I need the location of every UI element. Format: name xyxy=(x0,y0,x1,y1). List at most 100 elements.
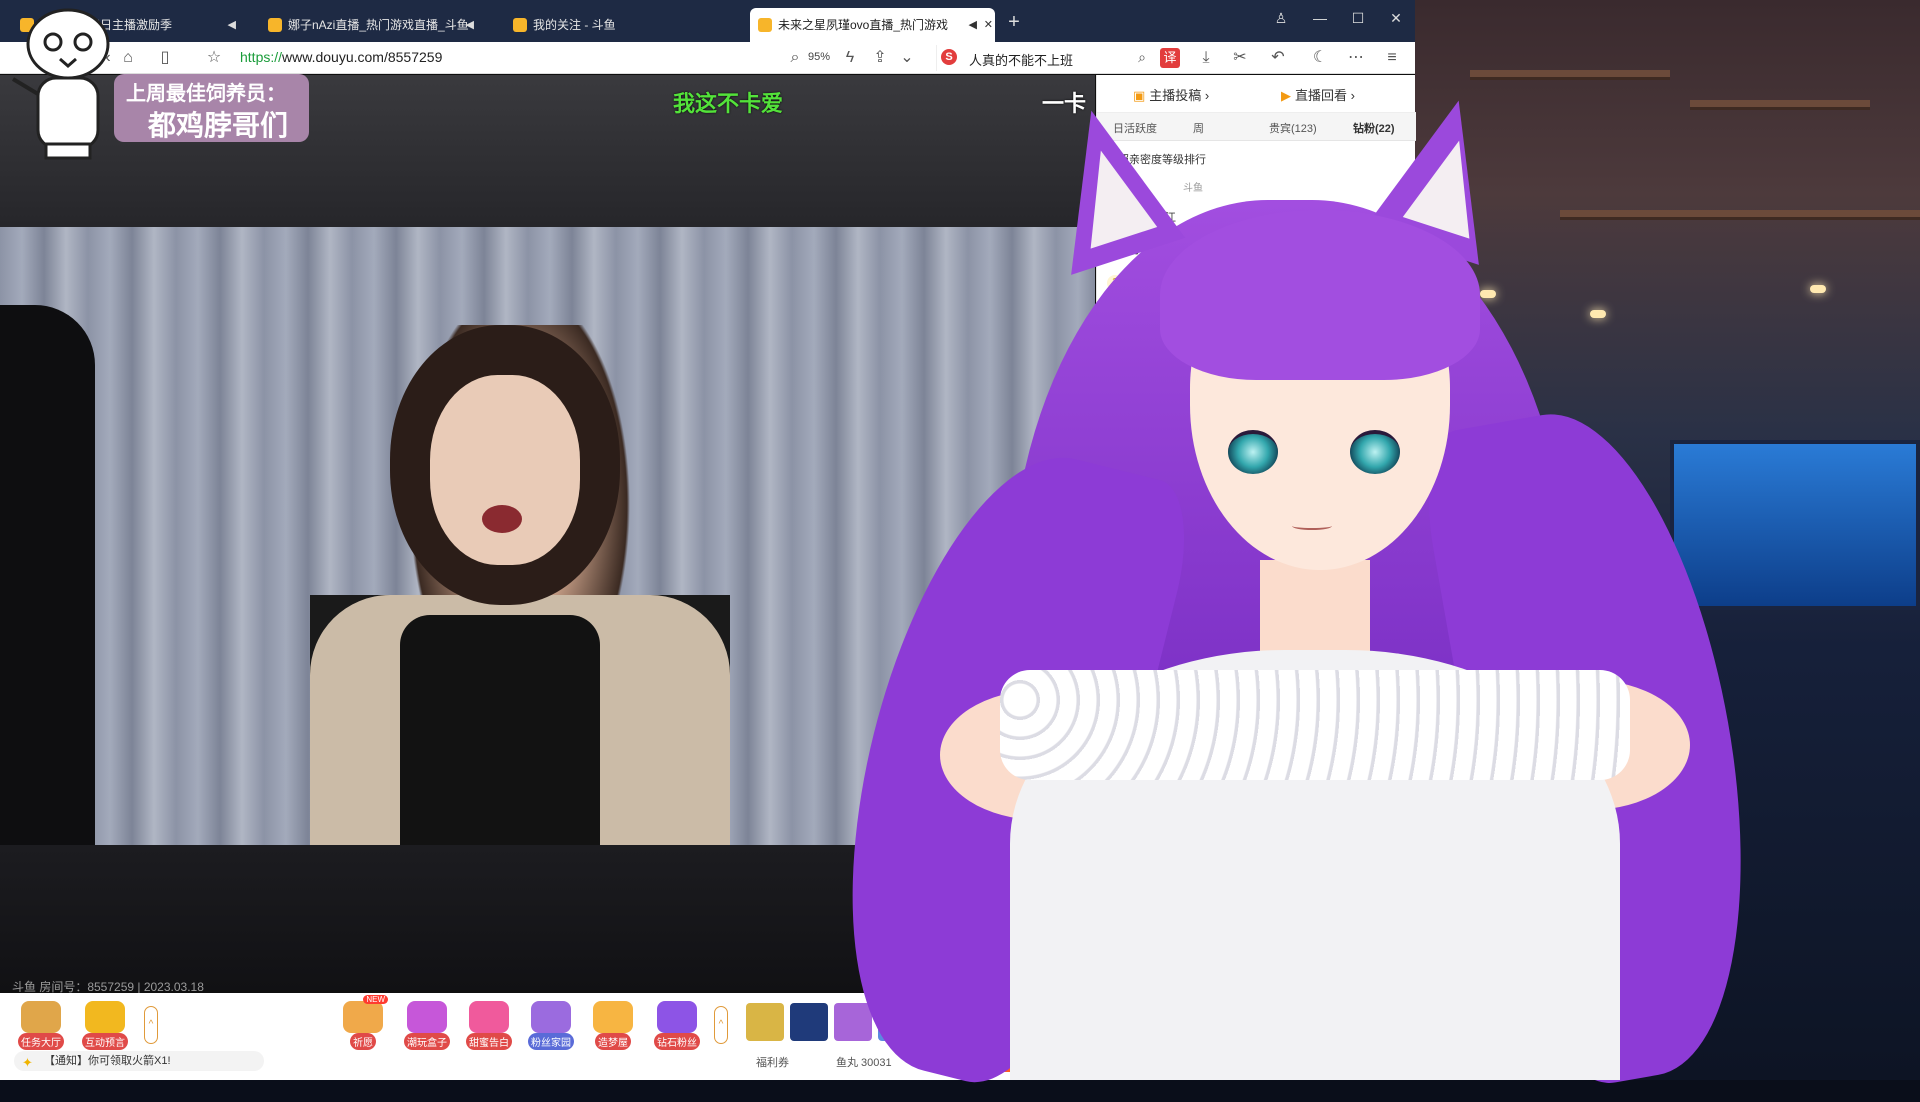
tab-diamond-fans[interactable]: 钻粉(22) xyxy=(1353,120,1395,136)
fishfin-balance: 翅 0 xyxy=(934,1057,955,1069)
chat-message: 我 xyxy=(1107,482,1118,494)
gift-item-sword[interactable] xyxy=(746,1003,784,1041)
recharge-button[interactable]: 充值 xyxy=(972,1050,1026,1072)
dream-house-button[interactable]: 造梦屋 xyxy=(586,1001,640,1051)
gift-label: 任务大厅 xyxy=(18,1033,64,1050)
tab-vip[interactable]: 贵宾(123) xyxy=(1269,120,1317,136)
lightning-icon[interactable]: ϟ xyxy=(840,48,860,68)
share-icon[interactable]: ⇪ xyxy=(870,48,890,68)
video-player[interactable] xyxy=(0,75,1095,990)
sweet-confession-button[interactable]: 甜蜜告白 xyxy=(462,1001,516,1051)
tab-title: 未来之星夙瑾ovo直播_热门游戏 xyxy=(778,18,949,32)
more-icon[interactable]: ⋯ xyxy=(1346,48,1366,68)
undo-icon[interactable]: ↶ xyxy=(1268,48,1288,68)
tab-weekly[interactable]: 周 xyxy=(1193,120,1204,136)
mascot-icon xyxy=(11,8,110,160)
minimize-button[interactable]: — xyxy=(1305,10,1335,26)
rank-extra: 库，谢谢粉丝文 xyxy=(1107,323,1177,334)
gift-item[interactable] xyxy=(966,1003,1004,1041)
notice-bar[interactable]: ✦ 【通知】你可领取火箭X1! xyxy=(14,1051,264,1071)
search-icon[interactable]: ⌕ xyxy=(1138,49,1146,66)
chat-line: LV 44 xyxy=(1107,373,1141,386)
fan-home-button[interactable]: 粉丝家园 xyxy=(524,1001,578,1051)
prediction-button[interactable]: 互动预言 xyxy=(78,1001,132,1051)
danmaku-message: 我这不卡爱 xyxy=(673,91,784,116)
close-tab-icon[interactable]: ✕ xyxy=(984,8,993,42)
speaker-icon[interactable]: ◀ xyxy=(466,8,474,42)
chevron-up-icon[interactable]: ^ xyxy=(144,1006,158,1044)
rank-row[interactable]: 3 平安夜的棉鑫 xyxy=(1107,273,1198,291)
notice-text: 【通知】你可领取火箭X1! xyxy=(44,1055,171,1067)
streamer-mouth xyxy=(482,505,522,533)
tab-title: 我的关注 - 斗鱼 xyxy=(533,18,616,32)
streamer-post-link[interactable]: ▣ 主播投稿 › xyxy=(1133,85,1209,104)
wish-icon xyxy=(343,1001,383,1033)
close-window-button[interactable]: ✕ xyxy=(1381,10,1411,27)
menu-icon[interactable]: ≡ xyxy=(1382,48,1402,68)
gift-item[interactable] xyxy=(922,1003,960,1041)
room-shelf xyxy=(1690,100,1870,110)
gift-item[interactable] xyxy=(878,1003,916,1041)
translate-icon[interactable]: 译 xyxy=(1160,48,1180,68)
level-badge: LV 44 xyxy=(1107,455,1141,468)
chat-user[interactable]: 5 夙瑾 xyxy=(1143,347,1171,358)
gift-label: 祈愿 xyxy=(350,1033,376,1050)
rank-name: 平安夜的棉鑫 xyxy=(1132,276,1199,288)
gift-item[interactable] xyxy=(834,1003,872,1041)
gift-item-rocket[interactable] xyxy=(790,1003,828,1041)
rank-sub: 斗鱼 xyxy=(1183,183,1203,194)
megaphone-icon: ✦ xyxy=(22,1055,33,1070)
search-engine-icon[interactable]: S xyxy=(941,49,957,65)
chevron-up-icon[interactable]: ^ xyxy=(714,1006,728,1044)
search-text: 人真的不能不上班 xyxy=(969,53,1074,68)
best-feeder-name: 都鸡脖哥们 xyxy=(148,110,289,141)
diamond-fan-button[interactable]: 钻石粉丝 xyxy=(650,1001,704,1051)
rank-name: 菲菲的江 xyxy=(1132,212,1177,224)
toy-box-button[interactable]: 潮玩盒子 xyxy=(400,1001,454,1051)
video-left-figure xyxy=(0,305,95,845)
room-lamp xyxy=(1590,310,1606,318)
toy-box-icon xyxy=(407,1001,447,1033)
dream-house-icon xyxy=(593,1001,633,1033)
speaker-icon[interactable]: ◀ xyxy=(969,8,977,42)
chat-line: LV 26 xyxy=(1107,425,1141,438)
task-hall-button[interactable]: 任务大厅 xyxy=(14,1001,68,1051)
coupon-label[interactable]: 福利券 xyxy=(756,1054,789,1070)
side-panel-links: ▣ 主播投稿 › ▶ 直播回看 › xyxy=(1097,75,1416,113)
chat-message: 站远点 xyxy=(1107,400,1140,412)
new-tab-button[interactable]: + xyxy=(1004,12,1024,32)
zoom-icon[interactable]: ⌕ xyxy=(785,48,805,68)
room-balcony xyxy=(1560,210,1920,220)
rank-row[interactable]: 1 菲菲的江 xyxy=(1107,209,1176,227)
post-icon: ▣ xyxy=(1133,88,1146,103)
gift-bar: 任务大厅 互动预言 ^ NEW 祈愿 潮玩盒子 甜蜜告白 粉丝家园 造梦屋 钻石… xyxy=(0,993,1095,1080)
room-lamp xyxy=(1480,290,1496,298)
shirt-icon[interactable]: ♙ xyxy=(1266,10,1296,27)
moon-icon[interactable]: ☾ xyxy=(1310,48,1330,68)
tab-3[interactable]: 我的关注 - 斗鱼 xyxy=(505,8,685,42)
gift-label: 造梦屋 xyxy=(595,1033,631,1050)
tab-4-active[interactable]: 未来之星夙瑾ovo直播_热门游戏 ◀ ✕ xyxy=(750,8,995,42)
best-feeder-badge: 上周最佳饲养员： 都鸡脖哥们 xyxy=(8,4,309,164)
aquarium xyxy=(1670,440,1920,610)
download-icon[interactable]: ⤓ xyxy=(1196,48,1216,68)
chat-line: LV 26 5 夙瑾 xyxy=(1107,343,1172,359)
level-badge: LV 44 xyxy=(1107,373,1141,386)
zoom-level[interactable]: 95% xyxy=(808,51,830,63)
chevron-down-icon[interactable]: ⌄ xyxy=(897,48,917,68)
task-hall-icon xyxy=(21,1001,61,1033)
link-label: 主播投稿 xyxy=(1149,88,1202,103)
maximize-button[interactable]: ☐ xyxy=(1343,10,1373,27)
tab-daily-activity[interactable]: 日活跃度 xyxy=(1113,120,1157,136)
diamond-icon xyxy=(657,1001,697,1033)
level-badge: LV 26 xyxy=(1107,425,1141,438)
fishball-balance: 鱼丸 30031 xyxy=(836,1057,892,1069)
gift-label: 互动预言 xyxy=(82,1033,128,1050)
wish-button[interactable]: NEW 祈愿 xyxy=(336,995,390,1051)
video-bottom-band xyxy=(0,845,1095,990)
link-label: 直播回看 xyxy=(1295,88,1348,103)
search-box[interactable]: S 人真的不能不上班 ⌕ xyxy=(936,45,1146,71)
scissors-icon[interactable]: ✂ xyxy=(1230,48,1250,68)
rank-row[interactable]: 2 小王的在逃雪饼 xyxy=(1107,241,1209,259)
replay-link[interactable]: ▶ 直播回看 › xyxy=(1281,85,1355,104)
